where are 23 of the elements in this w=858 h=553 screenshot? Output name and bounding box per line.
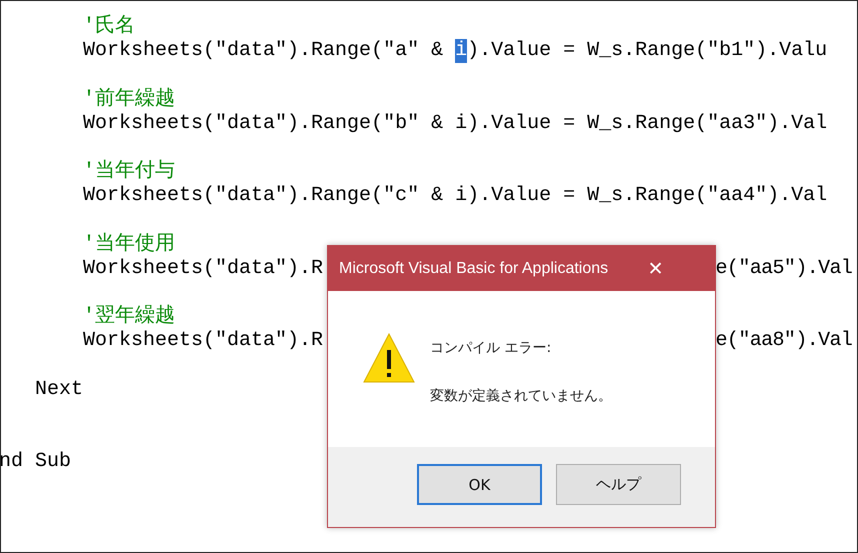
code-text: e("aa8").Val (716, 329, 852, 354)
help-button[interactable]: ヘルプ (556, 464, 681, 505)
code-comment: '当年付与 (83, 160, 176, 184)
code-text: Worksheets("data").R (83, 329, 324, 354)
code-comment: '前年繰越 (83, 88, 176, 112)
code-text: nd Sub (1, 450, 72, 475)
selected-text: i (455, 39, 468, 64)
code-text: Worksheets("data").R (83, 256, 324, 282)
code-text: Worksheets("data").Range("b" & i).Value = W_s.Range("aa3").Val (83, 112, 828, 136)
code-text: ).Value = W_s.Range("b1").Valu (467, 39, 828, 64)
error-heading: コンパイル エラー: (430, 339, 552, 357)
ok-button[interactable]: OK (417, 464, 542, 505)
code-comment: '当年使用 (83, 232, 176, 257)
code-text: e("aa5").Val (716, 256, 852, 282)
error-message: 変数が定義されていません。 (430, 387, 612, 405)
code-text: Worksheets("data").Range("a" & (83, 39, 444, 64)
dialog-title: Microsoft Visual Basic for Applications (339, 260, 608, 278)
close-button[interactable]: ✕ (608, 248, 703, 289)
code-text: Next (35, 378, 84, 402)
code-text: Worksheets("data").Range("c" & i).Value = W_s.Range("aa4").Val (83, 184, 828, 208)
warning-icon (363, 333, 415, 383)
code-comment: '翌年繰越 (83, 305, 176, 330)
code-comment: '氏名 (83, 15, 136, 40)
